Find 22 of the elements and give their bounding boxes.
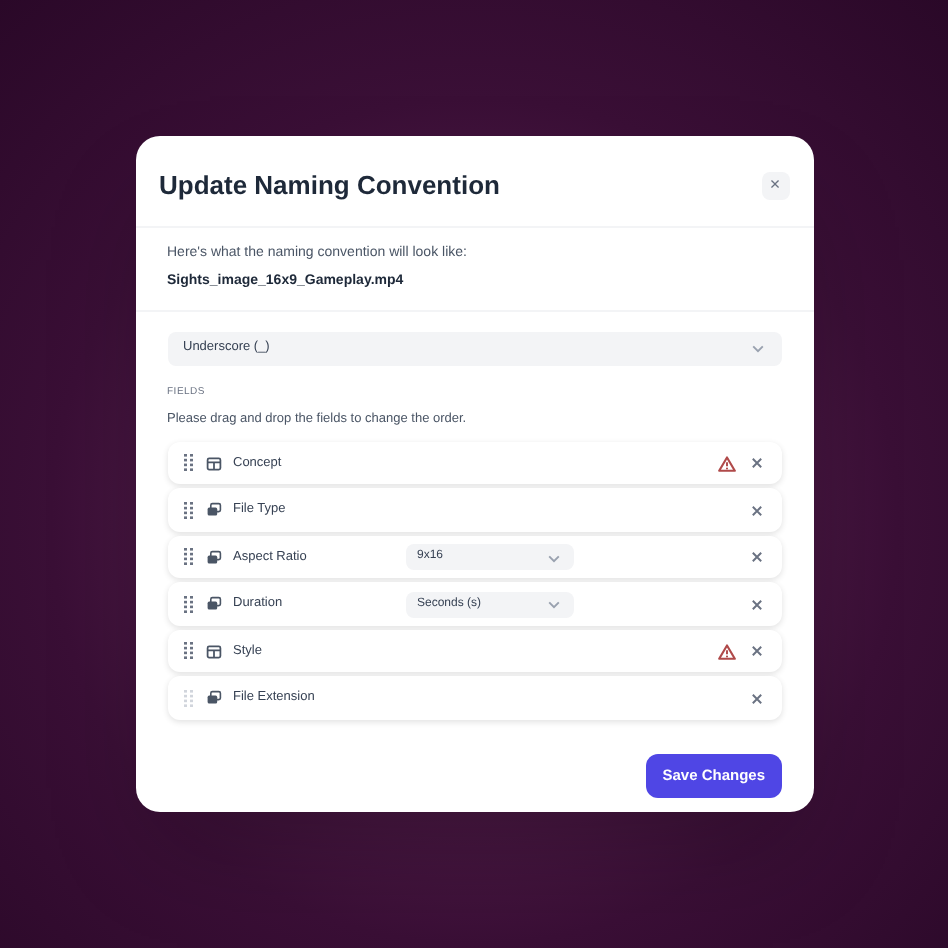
layers-icon [205, 596, 221, 613]
remove-button[interactable] [747, 595, 765, 614]
close-button[interactable]: × [761, 171, 789, 200]
drag-handle-icon[interactable] [183, 454, 193, 473]
remove-button[interactable] [747, 501, 765, 520]
layers-icon [205, 502, 221, 519]
remove-button[interactable] [747, 642, 765, 661]
drag-handle-icon[interactable] [183, 501, 193, 520]
remove-button[interactable] [747, 454, 765, 473]
table-icon [205, 643, 221, 660]
drag-handle-icon[interactable] [183, 689, 193, 708]
remove-button[interactable] [747, 689, 765, 708]
table-icon [205, 455, 221, 472]
chevron-down-icon [545, 596, 561, 613]
drag-handle-icon[interactable] [183, 642, 193, 661]
drag-handle-icon[interactable] [183, 548, 193, 567]
remove-button[interactable] [747, 548, 765, 567]
layers-icon [205, 549, 221, 566]
drag-handle-icon[interactable] [183, 595, 193, 614]
dialog-title: Update Naming Convention [159, 168, 500, 205]
layers-icon [205, 690, 221, 707]
chevron-down-icon [749, 340, 765, 357]
